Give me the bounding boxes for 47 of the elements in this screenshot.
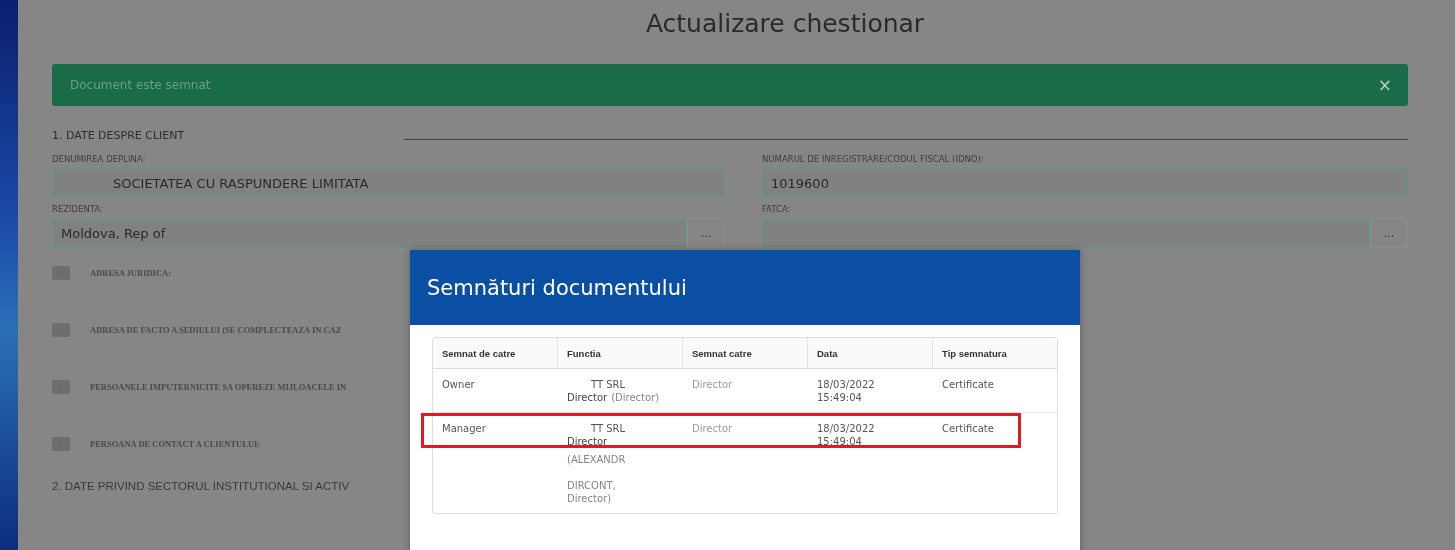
- section-heading: 1. DATE DESPRE CLIENT: [52, 129, 185, 144]
- expand-toggle-icon[interactable]: [52, 266, 70, 280]
- column-header: Semnat catre: [683, 338, 808, 368]
- collapsible-heading[interactable]: ADRESA DE FACTO A SEDIULUI (SE COMPLECTEAZA IN CAZ: [90, 325, 342, 335]
- date-text: 18/03/2022: [817, 422, 875, 435]
- table-cell-text: Certificate: [941, 422, 995, 436]
- browse-button[interactable]: ...: [687, 218, 725, 248]
- dialog-title: Semnături documentului: [427, 275, 687, 300]
- column-header: Data: [808, 338, 933, 368]
- table-cell-text: Director: [691, 378, 734, 392]
- input-field[interactable]: SOCIETATEA CU RASPUNDERE LIMITATA: [52, 168, 725, 198]
- table-cell-text: Manager: [441, 422, 487, 436]
- picker-field[interactable]: [762, 218, 1370, 248]
- role-note: (ALEXANDR: [567, 453, 626, 466]
- browse-button[interactable]: ...: [1370, 218, 1408, 248]
- alert-message: Document este semnat: [70, 78, 211, 92]
- table-cell-text: Owner: [441, 378, 476, 392]
- time-text: 15:49:04: [817, 391, 862, 404]
- section-heading: 2. DATE PRIVIND SECTORUL INSTITUTIONAL SI ACTIV: [52, 480, 350, 492]
- role-text: Director: [567, 435, 608, 448]
- expand-toggle-icon[interactable]: [52, 437, 70, 451]
- column-header: Semnat de catre: [433, 338, 558, 368]
- field-label: DENUMIREA DEPLINA:: [52, 154, 147, 165]
- input-field[interactable]: 1019600: [762, 168, 1408, 198]
- table-cell-text: Director: [691, 422, 734, 436]
- column-header: Tip semnatura: [941, 347, 1008, 361]
- collapsible-heading[interactable]: ADRESA JURIDICA:: [90, 268, 171, 278]
- collapsible-heading[interactable]: PERSOANELE IMPUTERNICITE SA OPEREZE MIJLOACELE IN: [90, 382, 347, 392]
- picker-field[interactable]: Moldova, Rep of: [52, 218, 687, 248]
- role-text: Director: [567, 391, 608, 404]
- role-note: Director): [567, 492, 612, 505]
- expand-toggle-icon[interactable]: [52, 323, 70, 337]
- field-label: NUMARUL DE INREGISTRARE/CODUL FISCAL (IDNO):: [762, 154, 985, 165]
- date-text: 18/03/2022: [817, 378, 875, 391]
- role-note: (Director): [611, 391, 660, 404]
- table-cell-text: Certificate: [941, 378, 995, 392]
- close-button[interactable]: ×: [1373, 75, 1396, 95]
- role-note: DIRCONT,: [567, 479, 616, 492]
- field-label: FATCA:: [762, 204, 792, 215]
- field-label: REZIDENTA:: [52, 204, 104, 215]
- time-text: 15:49:04: [817, 435, 862, 448]
- collapsible-heading[interactable]: PERSOANA DE CONTACT A CLIENTULUI:: [90, 439, 261, 449]
- company-name: TT SRL: [590, 378, 626, 391]
- company-name: TT SRL: [590, 422, 626, 435]
- column-header: Functia: [558, 338, 683, 368]
- page-title: Actualizare chestionar: [644, 8, 926, 40]
- expand-toggle-icon[interactable]: [52, 380, 70, 394]
